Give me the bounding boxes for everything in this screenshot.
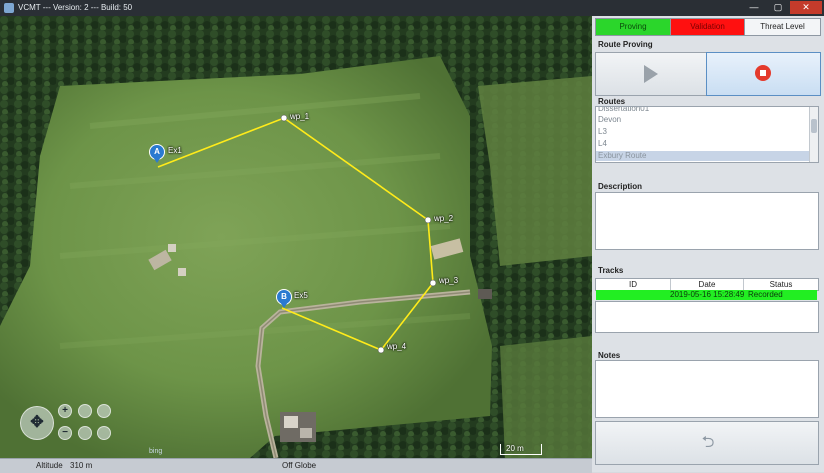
waypoint-dot-2[interactable] xyxy=(424,216,432,224)
reset-view-icon[interactable] xyxy=(78,426,92,440)
waypoint-dot-4[interactable] xyxy=(377,346,385,354)
pan-control-icon[interactable]: ✥ xyxy=(20,406,54,440)
title-bar: VCMT --- Version: 2 --- Build: 50 — ▢ ✕ xyxy=(0,0,824,16)
stop-icon xyxy=(755,65,771,81)
notes-heading: Notes xyxy=(598,351,621,360)
tracks-table-body xyxy=(595,301,819,333)
marker-label: Ex5 xyxy=(294,291,308,300)
routes-heading: Routes xyxy=(598,97,626,106)
maximize-button[interactable]: ▢ xyxy=(766,1,790,14)
list-item-selected[interactable]: Exbury Route xyxy=(596,151,811,161)
bing-logo: bing xyxy=(149,448,163,455)
side-panel: Proving Validation Threat Level Route Pr… xyxy=(592,16,824,472)
route-proving-heading: Route Proving xyxy=(598,40,653,49)
routes-scrollbar[interactable] xyxy=(809,107,818,162)
person-icon[interactable] xyxy=(97,404,111,418)
marker-label: Ex1 xyxy=(168,146,182,155)
globe-status: Off Globe xyxy=(282,461,317,470)
routes-list[interactable]: Dissertation01 Devon L3 L4 Exbury Route xyxy=(595,106,819,163)
layers-icon[interactable] xyxy=(97,426,111,440)
waypoint-dot-1[interactable] xyxy=(280,114,288,122)
map-image xyxy=(0,16,592,458)
description-field[interactable] xyxy=(595,192,819,250)
back-arrow-icon: ⮌ xyxy=(701,434,715,451)
waypoint-label: wp_3 xyxy=(439,276,459,285)
tracks-heading: Tracks xyxy=(598,266,624,275)
play-button[interactable] xyxy=(595,52,707,96)
column-header[interactable]: ID xyxy=(596,279,671,290)
scale-bar: 20 m xyxy=(500,444,542,455)
notes-field[interactable] xyxy=(595,360,819,418)
waypoint-label: wp_1 xyxy=(290,112,310,121)
stop-button[interactable] xyxy=(706,52,821,96)
list-item[interactable]: Dissertation01 xyxy=(596,107,811,114)
table-row[interactable]: 2019-05-16 15:28:49 Recorded xyxy=(596,290,817,300)
description-heading: Description xyxy=(598,182,643,191)
marker-b[interactable]: B xyxy=(276,289,292,308)
tab-threat-level[interactable]: Threat Level xyxy=(744,18,821,36)
list-item[interactable]: Devon xyxy=(596,115,811,125)
status-bar: Altitude 310 m Off Globe xyxy=(0,458,592,473)
tab-validation[interactable]: Validation xyxy=(670,18,745,36)
play-icon xyxy=(644,65,658,83)
app-icon xyxy=(4,3,14,13)
track-date: 2019-05-16 15:28:49 xyxy=(670,290,745,299)
altitude-value: 310 m xyxy=(70,461,93,470)
waypoint-label: wp_4 xyxy=(387,342,407,351)
satellite-map[interactable]: wp_1 wp_2 wp_3 wp_4 A Ex1 B Ex5 ✥ + − bi… xyxy=(0,16,592,458)
close-button[interactable]: ✕ xyxy=(790,1,822,14)
list-item[interactable]: L4 xyxy=(596,139,811,149)
minimize-button[interactable]: — xyxy=(742,1,766,14)
rotate-icon[interactable] xyxy=(78,404,92,418)
column-header[interactable]: Status xyxy=(744,279,818,290)
zoom-out-icon[interactable]: − xyxy=(58,426,72,440)
tab-proving[interactable]: Proving xyxy=(595,18,671,36)
zoom-in-icon[interactable]: + xyxy=(58,404,72,418)
marker-a[interactable]: A xyxy=(149,144,165,163)
altitude-label: Altitude xyxy=(36,461,63,470)
list-item[interactable]: L3 xyxy=(596,127,811,137)
waypoint-label: wp_2 xyxy=(434,214,454,223)
window-title: VCMT --- Version: 2 --- Build: 50 xyxy=(18,3,133,12)
column-header[interactable]: Date xyxy=(671,279,744,290)
track-status: Recorded xyxy=(748,290,783,299)
scroll-thumb[interactable] xyxy=(811,119,817,133)
scale-label: 20 m xyxy=(506,444,524,453)
back-button[interactable]: ⮌ xyxy=(595,421,819,465)
waypoint-dot-3[interactable] xyxy=(429,279,437,287)
tab-bar: Proving Validation Threat Level xyxy=(595,18,821,36)
